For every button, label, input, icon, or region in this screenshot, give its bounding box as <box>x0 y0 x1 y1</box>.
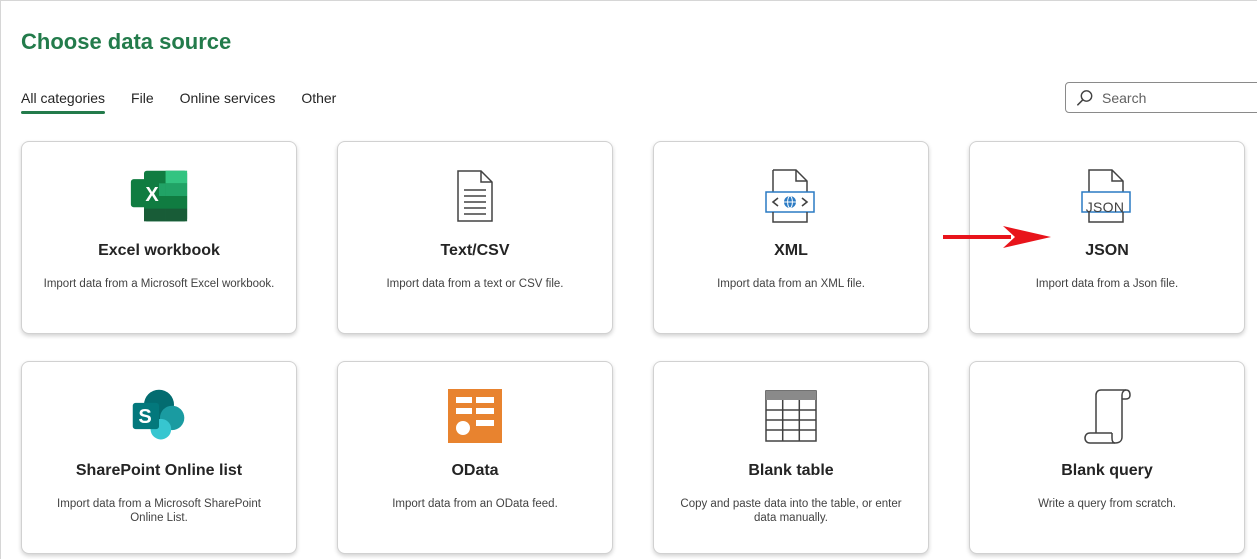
json-icon-text: JSON <box>1085 199 1125 215</box>
search-input[interactable] <box>1100 88 1254 107</box>
source-description: Import data from an OData feed. <box>392 498 558 510</box>
tab-other[interactable]: Other <box>301 90 336 114</box>
search-box[interactable] <box>1065 82 1257 113</box>
red-arrow-icon <box>943 226 1051 248</box>
source-card-excel-workbook[interactable]: X Excel workbook Import data from a Micr… <box>21 141 297 334</box>
sharepoint-icon-letter: S <box>138 406 152 428</box>
source-name: Excel workbook <box>98 242 220 259</box>
dialog-frame: Choose data source All categories File O… <box>0 0 1257 559</box>
source-description: Import data from a Json file. <box>1035 278 1179 290</box>
source-name: XML <box>774 242 808 259</box>
json-file-icon: JSON <box>1077 168 1137 224</box>
odata-icon <box>445 388 505 444</box>
tab-all-categories[interactable]: All categories <box>21 90 106 114</box>
source-card-sharepoint-online-list[interactable]: S SharePoint Online list Import data fro… <box>21 361 297 554</box>
source-name: SharePoint Online list <box>75 462 243 479</box>
excel-icon-letter: X <box>145 184 159 206</box>
source-description: Import data from a Microsoft SharePoint … <box>57 498 261 524</box>
source-name: Text/CSV <box>440 242 510 259</box>
search-icon <box>1077 89 1093 106</box>
scroll-icon <box>1077 388 1137 444</box>
source-card-blank-query[interactable]: Blank query Write a query from scratch. <box>969 361 1245 554</box>
xml-file-icon <box>761 168 821 224</box>
sharepoint-icon: S <box>129 388 189 444</box>
page-title: Choose data source <box>21 29 232 54</box>
table-icon <box>761 388 821 444</box>
tab-file[interactable]: File <box>131 90 154 114</box>
source-description: Copy and paste data into the table, or e… <box>680 498 902 524</box>
source-card-blank-table[interactable]: Blank table Copy and paste data into the… <box>653 361 929 554</box>
source-description: Import data from a text or CSV file. <box>386 278 564 290</box>
source-name: OData <box>451 462 499 479</box>
text-file-icon <box>445 168 505 224</box>
source-name: Blank table <box>748 462 834 479</box>
tab-online-services[interactable]: Online services <box>180 90 276 114</box>
source-card-xml[interactable]: XML Import data from an XML file. <box>653 141 929 334</box>
source-card-odata[interactable]: OData Import data from an OData feed. <box>337 361 613 554</box>
source-description: Write a query from scratch. <box>1038 498 1176 510</box>
source-name: Blank query <box>1061 462 1153 479</box>
source-description: Import data from an XML file. <box>717 278 865 290</box>
category-tabs: All categories File Online services Othe… <box>21 90 362 114</box>
excel-icon: X <box>129 168 189 224</box>
source-card-text-csv[interactable]: Text/CSV Import data from a text or CSV … <box>337 141 613 334</box>
source-description: Import data from a Microsoft Excel workb… <box>43 278 275 290</box>
